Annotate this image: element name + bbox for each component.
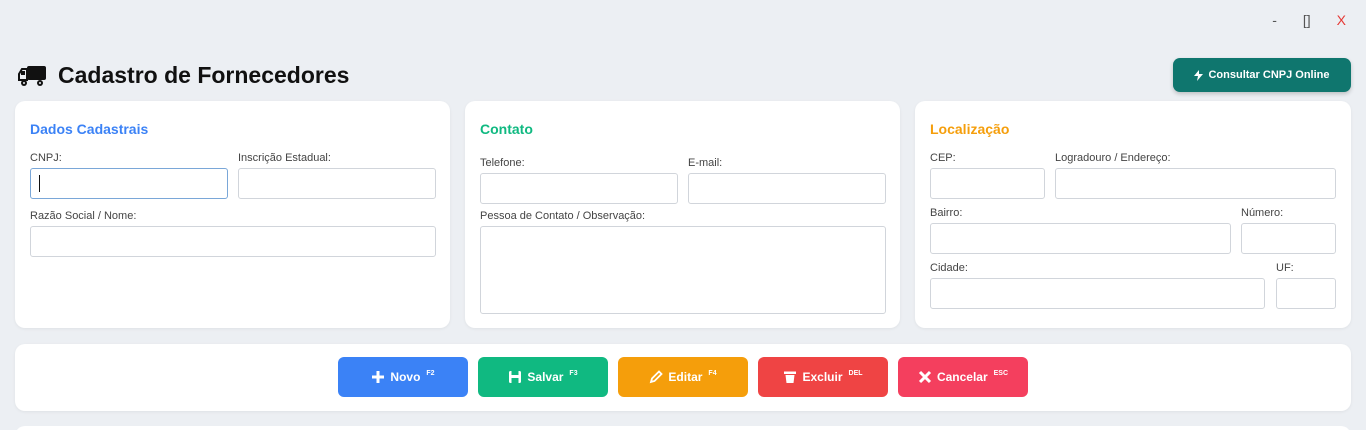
- minimize-button[interactable]: -: [1272, 12, 1277, 28]
- razao-social-input[interactable]: [30, 226, 436, 257]
- cancelar-shortcut: ESC: [993, 369, 1009, 377]
- editar-button[interactable]: Editar F4: [618, 357, 748, 397]
- card-dados-cadastrais: Dados Cadastrais CNPJ: Inscrição Estadua…: [15, 101, 450, 328]
- cancelar-button[interactable]: Cancelar ESC: [898, 357, 1028, 397]
- inscricao-estadual-input[interactable]: [238, 168, 436, 199]
- salvar-shortcut: F3: [569, 369, 578, 377]
- card-localizacao: Localização CEP: Logradouro / Endereço: …: [915, 101, 1351, 328]
- x-icon: [918, 370, 931, 384]
- salvar-button[interactable]: Salvar F3: [478, 357, 608, 397]
- telefone-input[interactable]: [480, 173, 678, 204]
- cnpj-input[interactable]: [30, 168, 228, 199]
- page-title: Cadastro de Fornecedores: [58, 62, 350, 88]
- excluir-button[interactable]: Excluir DEL: [758, 357, 888, 397]
- salvar-label: Salvar: [527, 370, 564, 384]
- window-controls: - [] X: [1272, 12, 1346, 28]
- novo-button[interactable]: Novo F2: [338, 357, 468, 397]
- email-input[interactable]: [688, 173, 886, 204]
- cnpj-label: CNPJ:: [30, 152, 62, 164]
- novo-label: Novo: [390, 370, 421, 384]
- card-title-dados: Dados Cadastrais: [30, 121, 149, 137]
- consultar-cnpj-label: Consultar CNPJ Online: [1208, 69, 1330, 81]
- trash-icon: [784, 371, 797, 383]
- email-label: E-mail:: [688, 157, 723, 169]
- plus-icon: [372, 371, 385, 383]
- cidade-input[interactable]: [930, 278, 1265, 309]
- pencil-icon: [650, 370, 664, 384]
- card-title-localizacao: Localização: [930, 121, 1010, 137]
- editar-label: Editar: [668, 370, 703, 384]
- cep-input[interactable]: [930, 168, 1045, 199]
- bolt-icon: [1194, 69, 1204, 81]
- save-icon: [509, 371, 522, 383]
- editar-shortcut: F4: [708, 369, 717, 377]
- action-bar: Novo F2 Salvar F3 Editar F4 Excluir DEL Canc…: [15, 344, 1351, 411]
- razao-social-label: Razão Social / Nome:: [30, 210, 137, 222]
- pessoa-contato-label: Pessoa de Contato / Observação:: [480, 210, 646, 222]
- numero-label: Número:: [1241, 207, 1284, 219]
- page-header: Cadastro de Fornecedores: [18, 62, 349, 89]
- uf-input[interactable]: [1276, 278, 1336, 309]
- numero-input[interactable]: [1241, 223, 1336, 254]
- card-title-contato: Contato: [480, 121, 533, 137]
- card-contato: Contato Telefone: E-mail: Pessoa de Cont…: [465, 101, 900, 328]
- close-button[interactable]: X: [1337, 12, 1346, 28]
- cidade-label: Cidade:: [930, 262, 968, 274]
- logradouro-label: Logradouro / Endereço:: [1055, 152, 1171, 164]
- text-caret: [39, 175, 40, 192]
- cep-label: CEP:: [930, 152, 956, 164]
- pessoa-contato-textarea[interactable]: [480, 226, 886, 314]
- excluir-label: Excluir: [802, 370, 843, 384]
- uf-label: UF:: [1276, 262, 1294, 274]
- novo-shortcut: F2: [426, 369, 435, 377]
- consultar-cnpj-button[interactable]: Consultar CNPJ Online: [1173, 58, 1351, 92]
- cancelar-label: Cancelar: [936, 370, 988, 384]
- truck-icon: [18, 65, 46, 86]
- bairro-input[interactable]: [930, 223, 1231, 254]
- excluir-shortcut: DEL: [848, 369, 863, 377]
- bairro-label: Bairro:: [930, 207, 963, 219]
- inscricao-estadual-label: Inscrição Estadual:: [238, 152, 331, 164]
- list-panel: [15, 426, 1351, 430]
- logradouro-input[interactable]: [1055, 168, 1336, 199]
- maximize-button[interactable]: []: [1303, 12, 1311, 28]
- telefone-label: Telefone:: [480, 157, 525, 169]
